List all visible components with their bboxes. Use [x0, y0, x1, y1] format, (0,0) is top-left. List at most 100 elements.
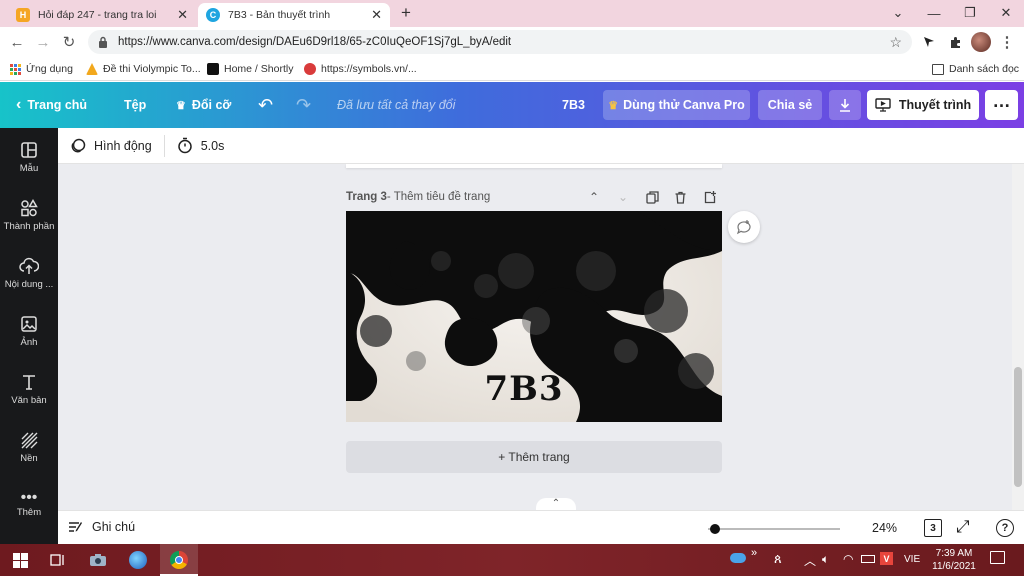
wifi-icon[interactable]: ◠ — [843, 552, 853, 566]
tab-search-icon[interactable]: ⌄ — [880, 3, 916, 23]
extension-arrow-icon[interactable] — [918, 32, 940, 52]
present-button[interactable]: Thuyết trình — [867, 90, 979, 120]
new-tab-button[interactable]: + — [392, 3, 420, 23]
symbols-icon — [304, 63, 316, 75]
sidebar-item-templates[interactable]: Mẫu — [0, 128, 58, 186]
duplicate-page-icon[interactable] — [646, 190, 659, 204]
save-status: Đã lưu tất cả thay đổi — [337, 98, 456, 112]
show-more-icon[interactable]: » — [751, 547, 757, 559]
reading-list-label: Danh sách đọc — [949, 63, 1020, 75]
volume-icon[interactable]: 🔈︎ — [822, 552, 829, 567]
camera-app-icon[interactable] — [86, 548, 110, 572]
chevron-down-icon[interactable]: ⌄ — [618, 190, 628, 204]
upload-icon — [19, 257, 39, 274]
minimize-button[interactable]: — — [916, 3, 952, 23]
profile-avatar[interactable] — [971, 32, 991, 52]
browser-tab-canva[interactable]: C 7B3 - Bản thuyết trình ✕ — [198, 3, 390, 27]
comment-plus-icon — [736, 220, 751, 235]
task-view-icon[interactable] — [46, 548, 70, 572]
zoom-slider-handle[interactable] — [710, 524, 721, 534]
close-icon[interactable]: ✕ — [177, 7, 188, 23]
star-icon[interactable]: ☆ — [889, 34, 902, 51]
timing-button[interactable]: 5.0s — [177, 137, 224, 154]
bookmark-apps[interactable]: Ứng dụng — [10, 61, 73, 77]
add-page-button[interactable]: + Thêm trang — [346, 441, 722, 473]
home-button[interactable]: ‹ Trang chủ — [16, 82, 87, 128]
chevron-up-icon[interactable]: ⌃ — [589, 190, 599, 204]
windows-start-icon[interactable] — [8, 548, 32, 572]
previous-page-edge — [346, 164, 722, 168]
canva-header: ‹ Trang chủ Tệp ♛ Đổi cỡ ↶ ↷ Đã lưu tất … — [0, 82, 1024, 128]
back-icon[interactable]: ← — [6, 32, 28, 52]
restore-button[interactable]: ❐ — [952, 3, 988, 23]
sidebar-item-elements[interactable]: Thành phần — [0, 186, 58, 244]
sidebar-item-more[interactable]: ••• Thêm — [0, 476, 58, 534]
sidebar-item-photos[interactable]: Ảnh — [0, 302, 58, 360]
close-icon[interactable]: ✕ — [371, 7, 382, 23]
add-comment-button[interactable] — [728, 211, 760, 243]
slide-title-text[interactable]: 7B3 — [346, 369, 702, 409]
browser-menu-icon[interactable]: ⋮ — [996, 32, 1018, 52]
delete-page-icon[interactable] — [674, 191, 687, 204]
url-bar[interactable]: https://www.canva.com/design/DAEu6D9rl18… — [88, 30, 912, 54]
add-page-icon[interactable] — [703, 190, 716, 204]
expand-pages-chevron-icon[interactable]: ⌃ — [536, 498, 576, 510]
sidebar-item-label: Ảnh — [20, 336, 38, 348]
sidebar-item-uploads[interactable]: Nội dung ... — [0, 244, 58, 302]
unikey-icon[interactable]: V — [880, 552, 893, 565]
bookmark-label: Home / Shortly — [224, 63, 294, 75]
animation-button[interactable]: Hình động — [70, 138, 152, 154]
reading-list[interactable]: Danh sách đọc — [932, 61, 1019, 77]
extensions-puzzle-icon[interactable] — [944, 32, 966, 52]
help-button[interactable]: ? — [996, 519, 1014, 537]
file-menu-button[interactable]: Tệp — [124, 82, 146, 128]
browser-tab-strip: H Hỏi đáp 247 - trang tra loi ✕ C 7B3 - … — [0, 0, 1024, 27]
template-icon — [21, 141, 37, 158]
crown-icon: ♛ — [176, 99, 186, 112]
more-options-button[interactable]: … — [985, 90, 1018, 120]
design-canvas: Trang 3 - Thêm tiêu đề trang ⌃ ⌄ 7B3 + T… — [58, 164, 1024, 510]
system-clock[interactable]: 7:39 AM 11/6/2021 — [926, 547, 982, 573]
page-grid-button[interactable]: 3 — [924, 519, 942, 537]
browser-tab-hoidap[interactable]: H Hỏi đáp 247 - trang tra loi ✕ — [8, 3, 196, 27]
document-title[interactable]: 7B3 — [562, 82, 585, 128]
try-pro-button[interactable]: ♛ Dùng thử Canva Pro — [603, 90, 750, 120]
input-language[interactable]: VIE — [904, 554, 920, 565]
chrome-app-button[interactable] — [160, 544, 198, 576]
forward-icon[interactable]: → — [32, 32, 54, 52]
onedrive-icon[interactable] — [730, 553, 746, 563]
notes-button[interactable]: Ghi chú — [68, 520, 135, 534]
undo-icon[interactable]: ↶ — [258, 82, 273, 128]
fullscreen-icon[interactable]: ⤢ — [956, 517, 970, 537]
notification-center-icon[interactable] — [990, 551, 1005, 564]
browser-app-icon[interactable] — [126, 548, 150, 572]
window-close-button[interactable]: ✕ — [988, 3, 1024, 23]
battery-icon[interactable] — [861, 555, 875, 563]
windows-taskbar: » ጰ ︿ 🔈︎ ◠ V VIE 7:39 AM 11/6/2021 — [0, 544, 1024, 576]
tab-favicon: C — [206, 8, 220, 22]
slide-page-3[interactable]: 7B3 — [346, 211, 722, 422]
sidebar-item-background[interactable]: Nền — [0, 418, 58, 476]
reload-icon[interactable]: ↻ — [58, 32, 80, 52]
apps-grid-icon — [10, 63, 21, 75]
sidebar-item-text[interactable]: Văn bản — [0, 360, 58, 418]
share-button[interactable]: Chia sẻ — [758, 90, 822, 120]
editor-footer: Ghi chú 24% 3 ⤢ ? — [58, 510, 1024, 544]
chevron-left-icon: ‹ — [16, 96, 22, 113]
tray-chevron-icon[interactable]: ︿ — [804, 552, 816, 569]
page-title-input[interactable]: - Thêm tiêu đề trang — [387, 191, 490, 203]
bookmark-shortly[interactable]: Home / Shortly — [207, 61, 293, 77]
bookmark-symbols[interactable]: https://symbols.vn/... — [304, 61, 417, 77]
bookmark-violympic[interactable]: Đề thi Violympic To... — [86, 61, 201, 77]
zoom-slider-track[interactable] — [708, 524, 840, 534]
redo-icon[interactable]: ↷ — [296, 82, 311, 128]
toolbar-divider — [163, 134, 165, 157]
download-button[interactable] — [829, 90, 861, 120]
sidebar-item-label: Nền — [20, 452, 38, 464]
clock-date: 11/6/2021 — [932, 561, 976, 572]
zoom-level[interactable]: 24% — [872, 521, 897, 535]
home-label: Trang chủ — [27, 98, 88, 112]
scrollbar-thumb[interactable] — [1014, 367, 1022, 487]
people-icon[interactable]: ጰ — [774, 551, 782, 567]
resize-button[interactable]: ♛ Đổi cỡ — [176, 82, 231, 128]
